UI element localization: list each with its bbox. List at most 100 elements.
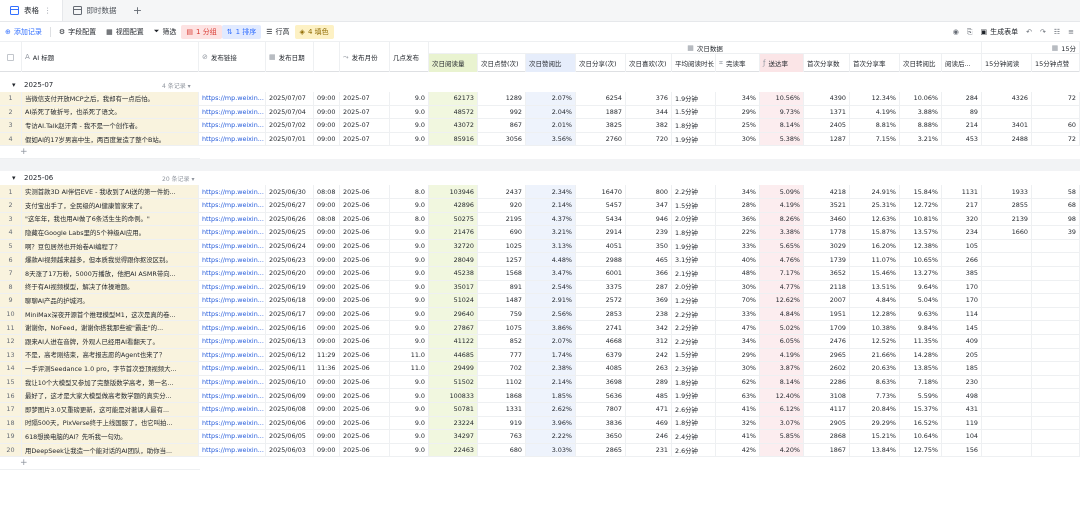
link-cell[interactable]: https://mp.weixin... [199,185,266,199]
column-header-date[interactable]: ▦ 发布日期 [266,42,314,72]
column-header-month[interactable]: ⤳ 发布月份 [340,42,390,72]
table-row[interactable]: 19 618想换电脑的AI？先听我一句劝。 https://mp.weixin...… [0,430,1080,444]
chevron-down-icon[interactable]: ▾ [12,174,16,182]
table-row[interactable]: 1 当微信支付开放MCP之后，我却有一点后怕。 https://mp.weixin.… [0,92,1080,106]
hour-cell: 9.0 [390,132,429,147]
share-icon[interactable]: ⎘ [967,28,973,37]
table-row[interactable]: 18 时隔500天，PixVerse终于上线国服了，也它叫拍... https://… [0,416,1080,431]
column-header-hour[interactable]: 几点发布 [390,42,429,72]
table-row[interactable]: 10 MiniMax深夜开源首个推理模型M1，这次是真的卷... https://m… [0,307,1080,322]
table-row[interactable]: 4 隐藏在Google Labs里的5个神级AI应用。 https://mp.wei… [0,226,1080,240]
date-cell: 2025/06/26 [266,212,314,227]
column-header-reach[interactable]: ƒ 送达率 [760,54,804,72]
link-cell[interactable]: https://mp.weixin... [199,105,266,120]
table-row[interactable]: 7 8天涨了17万粉，5000万播放，他把AI ASMR带向... https://… [0,267,1080,281]
link-cell[interactable]: https://mp.weixin... [199,403,266,417]
column-header-forward[interactable]: 次日转阅比 [900,54,942,72]
column-header-link[interactable]: ⊘ 发布链接 [199,42,266,72]
redo-icon[interactable]: ↷ [1040,28,1046,36]
table-row[interactable]: 9 聊聊AI产品的护城河。 https://mp.weixin... 2025/06/… [0,294,1080,308]
table-row[interactable]: 2 AI杀死了破折号，也杀死了语文。 https://mp.weixin... 202… [0,105,1080,120]
table-row[interactable]: 3 专访AI.Talk赵汗青 - 我不是一个创作者。 https://mp.weix… [0,119,1080,133]
fill-color-button[interactable]: ◈ 4 填色 [294,24,334,39]
group-header[interactable]: ▾ 2025-06 20 条记录 ▾ [0,172,1080,185]
ai-icon[interactable]: ◉ [953,28,959,36]
tab-table[interactable]: 表格 ⋮ [0,0,63,21]
undo-icon[interactable]: ↶ [1026,28,1032,36]
column-header-read15[interactable]: 15分钟阅读 [982,54,1032,72]
link-cell[interactable]: https://mp.weixin... [199,253,266,267]
table-row[interactable]: 17 即梦图片3.0又重磅更新，这可能是对著课人最有... https://mp.w… [0,403,1080,417]
link-cell[interactable]: https://mp.weixin... [199,443,266,458]
chevron-down-icon[interactable]: ▾ [12,81,16,89]
link-cell[interactable]: https://mp.weixin... [199,119,266,133]
comment-icon[interactable]: ☷ [1054,28,1060,36]
more-icon[interactable]: ≡ [1068,28,1074,36]
link-cell[interactable]: https://mp.weixin... [199,239,266,254]
link-cell[interactable]: https://mp.weixin... [199,212,266,227]
table-row[interactable]: 15 我让10个大模型又参加了完整版数学高考，第一名... https://mp.w… [0,375,1080,390]
link-cell[interactable]: https://mp.weixin... [199,226,266,240]
column-header-fav[interactable]: 次日喜欢(次) [626,54,672,72]
link-cell[interactable]: https://mp.weixin... [199,362,266,376]
group-button[interactable]: ▤ 1 分组 [181,24,222,39]
read15b-cell [1032,307,1080,322]
table-row[interactable]: 11 谢谢你，NoFeed，谢谢你搭我那些被"霸走"的... https://mp.… [0,321,1080,335]
share-cell: 4085 [576,362,626,376]
column-header-finish[interactable]: ⌗ 完读率 [716,54,760,72]
column-header-read15b[interactable]: 15分钟点赞 [1032,54,1080,72]
link-cell[interactable]: https://mp.weixin... [199,321,266,335]
view-config-button[interactable]: ▦ 视图配置 [101,25,149,39]
link-cell[interactable]: https://mp.weixin... [199,430,266,444]
link-cell[interactable]: https://mp.weixin... [199,416,266,431]
table-row[interactable]: 12 跟来AI人进在音牌，外观人已经用AI看翻天了。 https://mp.weix… [0,335,1080,349]
table-row[interactable]: 3 "这年年，我也用AI做了6条活生生的命例。" https://mp.weixin… [0,212,1080,227]
add-tab-icon[interactable]: + [127,0,149,21]
link-cell[interactable]: https://mp.weixin... [199,307,266,322]
table-row[interactable]: 1 实测首款3D AI伴侣EVE - 我收到了AI送的第一件奶... https:/… [0,185,1080,199]
tab-realtime[interactable]: 即时数据 [63,0,127,21]
header-select-all[interactable] [0,42,22,72]
add-row-button[interactable]: + [0,146,200,160]
table-row[interactable]: 4 假如AI的17岁男高中生，两百度复造了整个B站。 https://mp.weix… [0,132,1080,147]
filter-button[interactable]: ⏷ 筛选 [149,25,182,39]
checkbox[interactable] [7,53,14,61]
column-header-readafter[interactable]: 阅读后... [942,54,982,72]
table-row[interactable]: 20 用DeepSeek让我造一个能对话的AI团队，助你当... https://m… [0,443,1080,458]
link-cell[interactable]: https://mp.weixin... [199,199,266,213]
column-header-like[interactable]: 次日点赞(次) [478,54,526,72]
more-icon[interactable]: ⋮ [44,6,52,15]
add-record-button[interactable]: ⊕ 添加记录 [0,25,47,39]
column-header-time[interactable] [314,42,340,72]
table-row[interactable]: 5 啊？豆包居然也开始卷AI编程了？ https://mp.weixin... 202… [0,239,1080,254]
column-header-firstshare[interactable]: 首次分享数 [804,54,850,72]
link-cell[interactable]: https://mp.weixin... [199,389,266,403]
column-header-read[interactable]: 次日阅读量 [429,54,478,72]
column-header-likerate[interactable]: 次日赞阅比 [526,54,576,72]
table-row[interactable]: 8 终于有AI视频模型，解决了体操难题。 https://mp.weixin... 2… [0,280,1080,295]
table-row[interactable]: 2 支付宝出手了，全民级的AI健康管家来了。 https://mp.weixin..… [0,199,1080,213]
table-row[interactable]: 14 一手评测Seedance 1.0 pro，字节首次登顶视频大... https… [0,362,1080,376]
column-header-title[interactable]: A AI 标题 [22,42,199,72]
link-cell[interactable]: https://mp.weixin... [199,132,266,147]
link-cell[interactable]: https://mp.weixin... [199,280,266,295]
column-header-share[interactable]: 次日分享(次) [576,54,626,72]
link-cell[interactable]: https://mp.weixin... [199,375,266,390]
link-cell[interactable]: https://mp.weixin... [199,267,266,281]
row-height-button[interactable]: ☰ 行高 [261,25,294,39]
group-name: 2025-07 [24,81,54,89]
link-cell[interactable]: https://mp.weixin... [199,335,266,349]
link-cell[interactable]: https://mp.weixin... [199,294,266,308]
column-header-avgread[interactable]: 平均阅读时长 [672,54,716,72]
column-header-firstsharerate[interactable]: 首次分享率 [850,54,900,72]
add-row-button[interactable]: + [0,457,200,471]
group-header[interactable]: ▾ 2025-07 4 条记录 ▾ [0,79,1080,91]
link-cell[interactable]: https://mp.weixin... [199,92,266,106]
link-cell[interactable]: https://mp.weixin... [199,348,266,363]
sort-button[interactable]: ⇅ 1 排序 [221,24,262,39]
table-row[interactable]: 16 最好了，这才是大家大模型做高考数学题的真实分... https://mp.we… [0,389,1080,403]
table-row[interactable]: 13 不是，高考刚结束，高考报志愿的Agent也来了？ https://mp.wei… [0,348,1080,363]
field-config-button[interactable]: ⚙ 字段配置 [54,25,101,39]
generate-form-button[interactable]: ▣ 生成表单 [980,27,1018,37]
table-row[interactable]: 6 爆款AI视频越来越多，但本质我觉得跟你抠没区别。 https://mp.weix… [0,253,1080,267]
